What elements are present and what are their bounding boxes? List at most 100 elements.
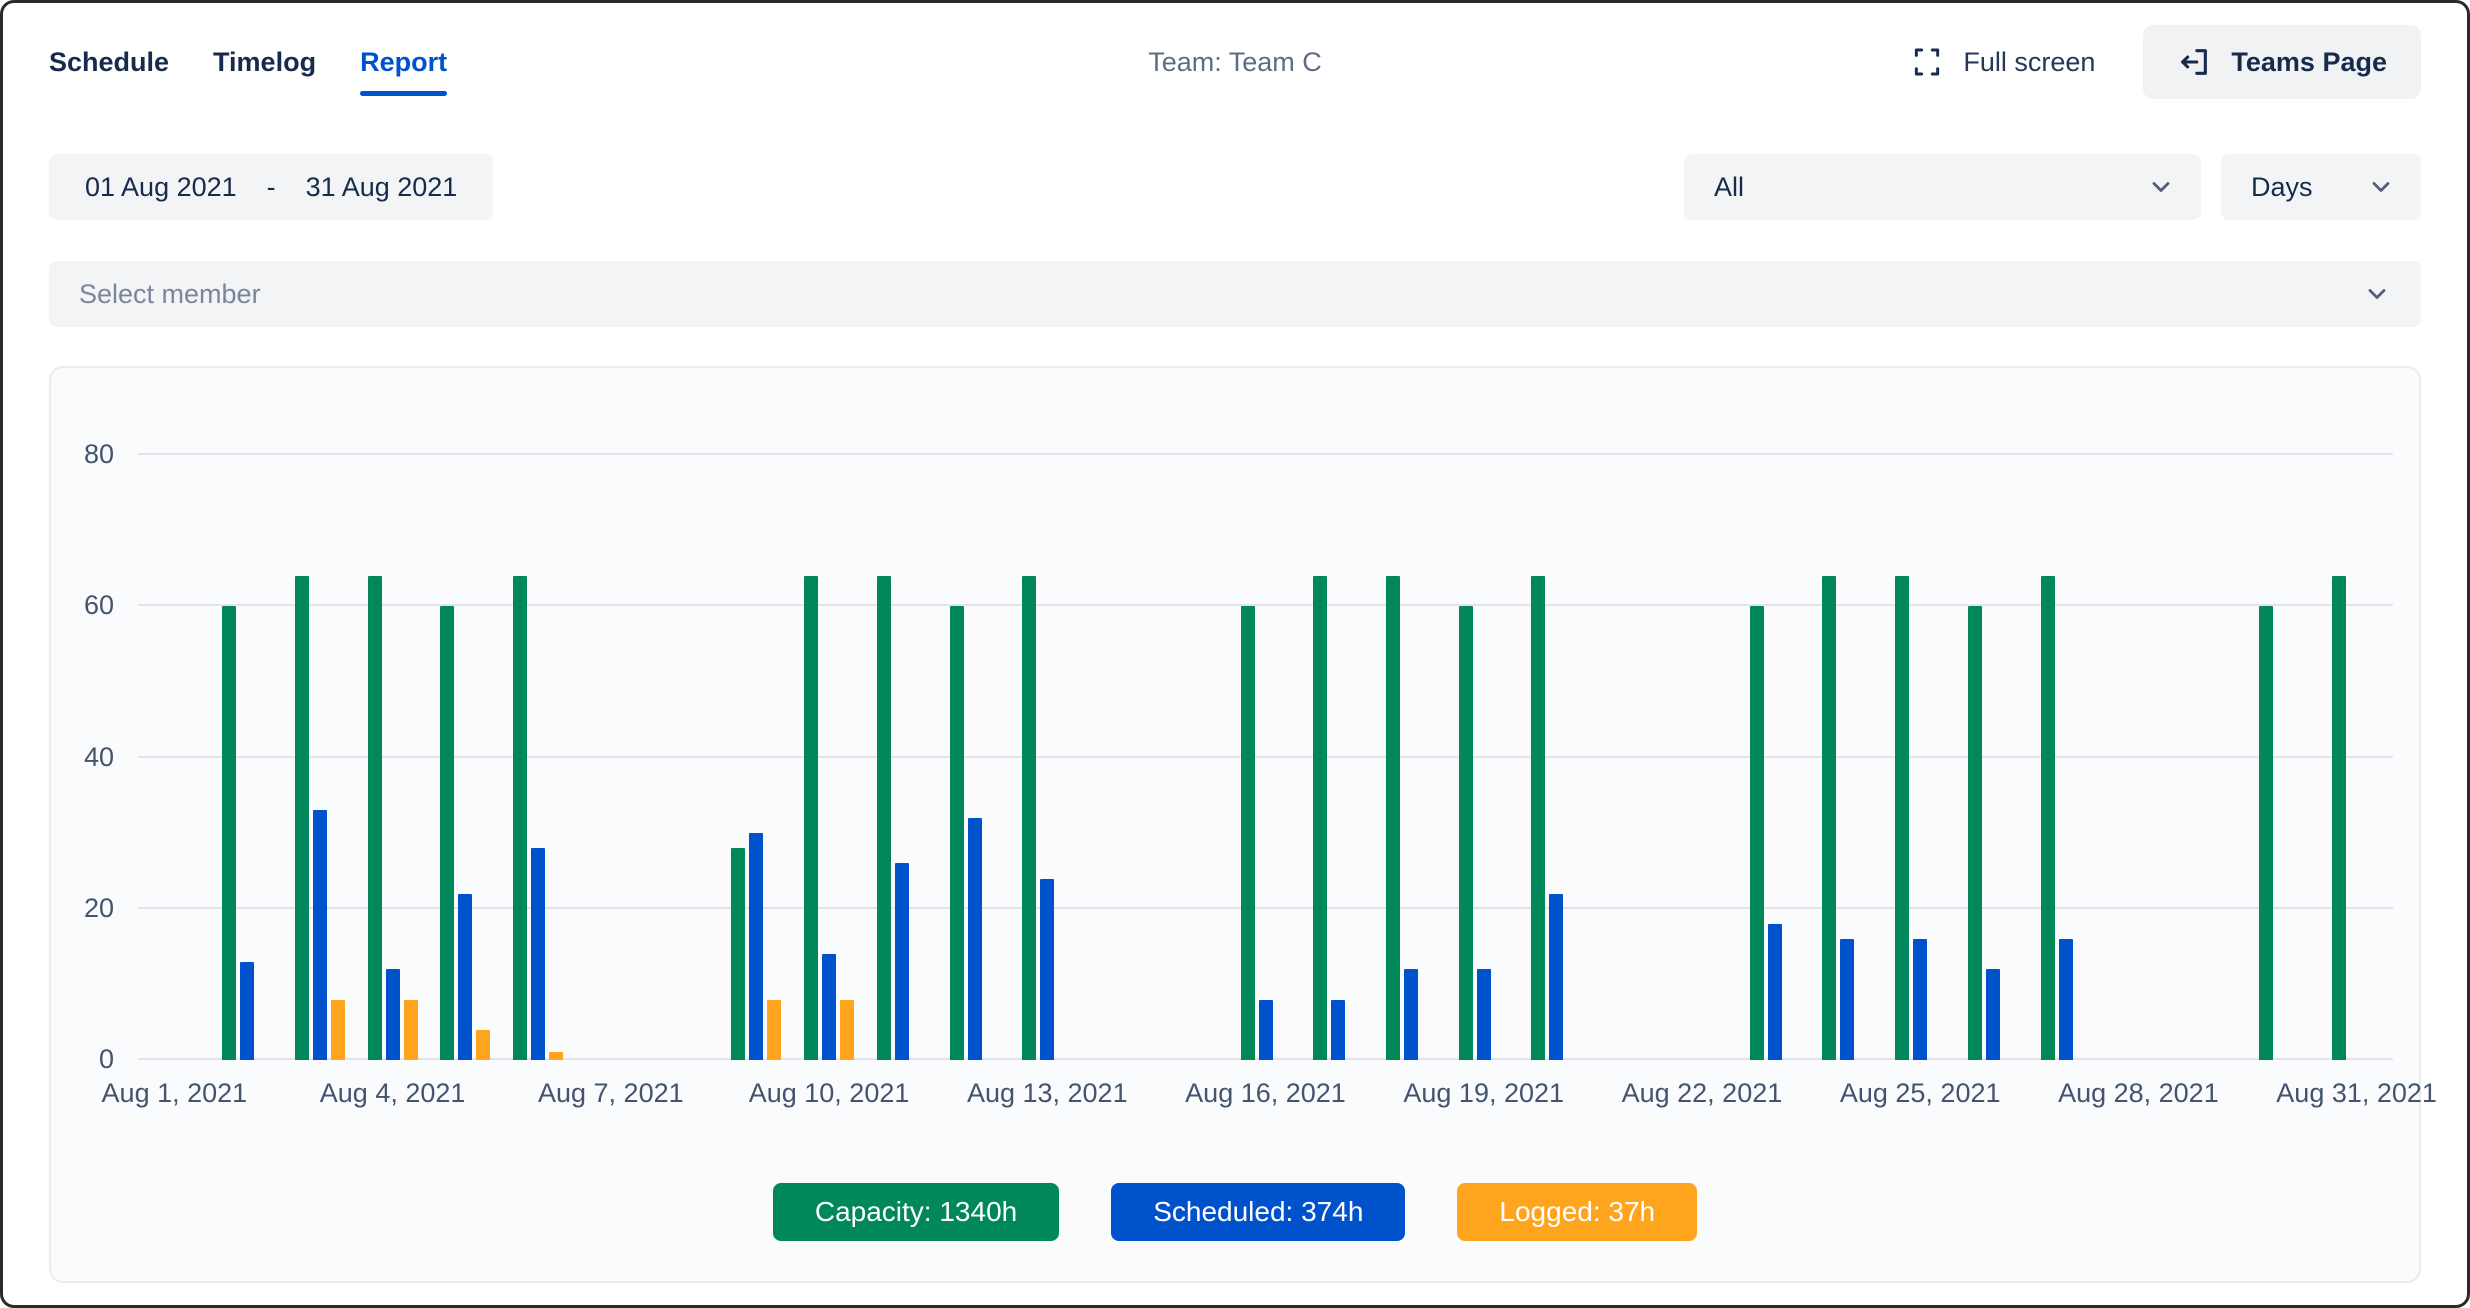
teams-page-button[interactable]: Teams Page: [2143, 25, 2421, 99]
gridline: [138, 907, 2393, 909]
scheduled-bar: [895, 863, 909, 1060]
x-axis-label: Aug 22, 2021: [1622, 1078, 1783, 1109]
scheduled-bar: [240, 962, 254, 1060]
gridline: [138, 756, 2393, 758]
legend-logged-chip: Logged: 37h: [1457, 1183, 1697, 1241]
logged-bar: [549, 1052, 563, 1060]
capacity-bar: [2332, 576, 2346, 1060]
capacity-bar: [1022, 576, 1036, 1060]
x-axis-label: Aug 1, 2021: [102, 1078, 248, 1109]
capacity-bar: [731, 848, 745, 1060]
legend-scheduled-chip: Scheduled: 374h: [1111, 1183, 1405, 1241]
scheduled-bar: [1331, 1000, 1345, 1061]
logged-bar: [476, 1030, 490, 1060]
x-axis-label: Aug 25, 2021: [1840, 1078, 2001, 1109]
filter-right-group: All Days: [1684, 154, 2421, 220]
tab-schedule[interactable]: Schedule: [49, 41, 169, 84]
chart-area: 020406080Aug 1, 2021Aug 4, 2021Aug 7, 20…: [138, 455, 2393, 1060]
capacity-bar: [440, 606, 454, 1060]
top-bar: Schedule Timelog Report Team: Team C Ful…: [3, 3, 2467, 121]
teams-page-label: Teams Page: [2231, 47, 2387, 78]
y-axis-label: 60: [50, 590, 114, 621]
x-axis-label: Aug 16, 2021: [1185, 1078, 1346, 1109]
y-axis-label: 0: [50, 1044, 114, 1075]
scheduled-bar: [458, 894, 472, 1060]
x-axis-label: Aug 10, 2021: [749, 1078, 910, 1109]
x-axis-label: Aug 19, 2021: [1403, 1078, 1564, 1109]
scheduled-bar: [1259, 1000, 1273, 1061]
x-axis-label: Aug 13, 2021: [967, 1078, 1128, 1109]
tab-report[interactable]: Report: [360, 41, 447, 84]
scheduled-bar: [1986, 969, 2000, 1060]
capacity-bar: [804, 576, 818, 1060]
capacity-bar: [1313, 576, 1327, 1060]
scope-filter-value: All: [1714, 172, 1744, 203]
report-chart-card: 0 20 40 60 80 Aug 1, 2021 Aug 4, 2021 Aug 7, 20…: [49, 366, 2421, 1283]
y-axis-label: 20: [50, 893, 114, 924]
granularity-value: Days: [2251, 172, 2313, 203]
gridline: [138, 453, 2393, 455]
logged-bar: [404, 1000, 418, 1061]
fullscreen-label: Full screen: [1963, 47, 2095, 78]
capacity-bar: [1459, 606, 1473, 1060]
app-window: Schedule Timelog Report Team: Team C Ful…: [0, 0, 2470, 1308]
fullscreen-icon: [1911, 46, 1943, 78]
fullscreen-button[interactable]: Full screen: [1905, 45, 2101, 79]
scheduled-bar: [2059, 939, 2073, 1060]
x-axis-label: Aug 31, 2021: [2276, 1078, 2437, 1109]
chevron-down-icon: [2367, 173, 2395, 201]
capacity-bar: [513, 576, 527, 1060]
scheduled-bar: [1840, 939, 1854, 1060]
y-axis-label: 80: [50, 439, 114, 470]
capacity-bar: [1750, 606, 1764, 1060]
capacity-bar: [2259, 606, 2273, 1060]
y-axis-label: 40: [50, 742, 114, 773]
scheduled-bar: [1477, 969, 1491, 1060]
capacity-bar: [1822, 576, 1836, 1060]
team-label: Team: Team C: [1148, 47, 1322, 78]
tab-timelog[interactable]: Timelog: [213, 41, 316, 84]
scope-filter-select[interactable]: All: [1684, 154, 2201, 220]
scheduled-bar: [313, 810, 327, 1060]
date-to: 31 Aug 2021: [306, 172, 458, 203]
capacity-bar: [877, 576, 891, 1060]
capacity-bar: [222, 606, 236, 1060]
date-range-picker[interactable]: 01 Aug 2021 - 31 Aug 2021: [49, 154, 493, 220]
scheduled-bar: [968, 818, 982, 1060]
chevron-down-icon: [2147, 173, 2175, 201]
logged-bar: [331, 1000, 345, 1061]
capacity-bar: [1895, 576, 1909, 1060]
capacity-bar: [2041, 576, 2055, 1060]
capacity-bar: [950, 606, 964, 1060]
scheduled-bar: [1768, 924, 1782, 1060]
x-axis-label: Aug 4, 2021: [320, 1078, 466, 1109]
scheduled-bar: [1040, 879, 1054, 1061]
logged-bar: [840, 1000, 854, 1061]
scheduled-bar: [1549, 894, 1563, 1060]
member-select-placeholder: Select member: [79, 279, 261, 310]
date-from: 01 Aug 2021: [85, 172, 237, 203]
capacity-bar: [1386, 576, 1400, 1060]
x-axis-label: Aug 7, 2021: [538, 1078, 684, 1109]
chart-plot: 020406080Aug 1, 2021Aug 4, 2021Aug 7, 20…: [138, 455, 2393, 1060]
topbar-right: Full screen Teams Page: [1905, 25, 2421, 99]
exit-to-teams-icon: [2177, 45, 2211, 79]
capacity-bar: [368, 576, 382, 1060]
scheduled-bar: [749, 833, 763, 1060]
tab-bar: Schedule Timelog Report: [49, 41, 447, 84]
scheduled-bar: [386, 969, 400, 1060]
filter-row: 01 Aug 2021 - 31 Aug 2021 All Days: [49, 154, 2421, 220]
x-axis-label: Aug 28, 2021: [2058, 1078, 2219, 1109]
date-separator: -: [267, 172, 276, 203]
gridline: [138, 604, 2393, 606]
scheduled-bar: [531, 848, 545, 1060]
capacity-bar: [1968, 606, 1982, 1060]
scheduled-bar: [1404, 969, 1418, 1060]
granularity-select[interactable]: Days: [2221, 154, 2421, 220]
chart-legend: Capacity: 1340h Scheduled: 374h Logged: 37…: [51, 1183, 2419, 1241]
legend-capacity-chip: Capacity: 1340h: [773, 1183, 1059, 1241]
logged-bar: [767, 1000, 781, 1061]
scheduled-bar: [822, 954, 836, 1060]
member-select[interactable]: Select member: [49, 261, 2421, 327]
capacity-bar: [295, 576, 309, 1060]
